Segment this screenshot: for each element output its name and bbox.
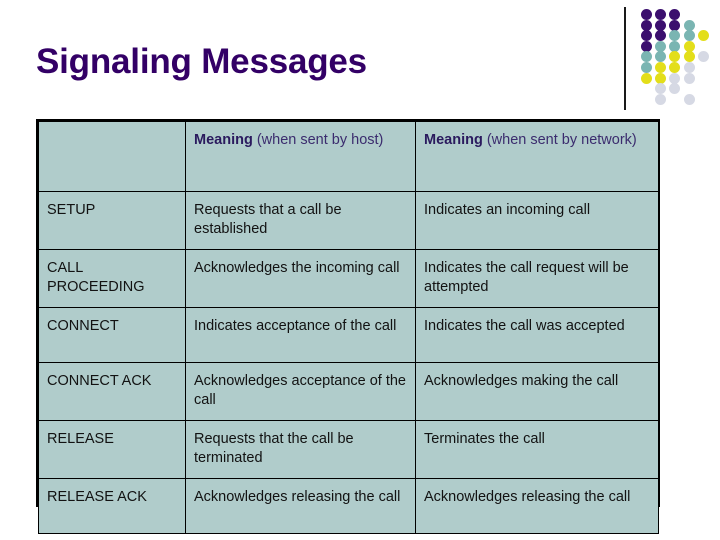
column-header-message [38, 121, 186, 192]
dot-purple [641, 40, 652, 52]
dot-light [669, 83, 681, 95]
dot-purple [669, 9, 681, 20]
dot-light [683, 62, 695, 73]
dot-purple [641, 19, 652, 31]
table-row: RELEASE ACK Acknowledges releasing the ca… [38, 478, 659, 534]
decorative-dot-grid-icon [641, 9, 717, 105]
cell-meaning-host: Acknowledges releasing the call [185, 478, 416, 534]
dot-purple [641, 30, 652, 42]
dot-teal [669, 30, 681, 42]
dot-teal [683, 30, 695, 42]
table-row: CONNECT Indicates acceptance of the call I… [38, 307, 659, 363]
column-header-network-strong: Meaning [424, 132, 483, 148]
dot-light [655, 93, 667, 105]
cell-meaning-network: Terminates the call [415, 420, 659, 479]
dot-yellow [697, 30, 709, 42]
dot-teal [641, 62, 652, 73]
dot-teal [669, 40, 681, 52]
cell-meaning-host: Requests that the call be terminated [185, 420, 416, 479]
cell-meaning-host: Requests that a call be established [185, 191, 416, 250]
dot-yellow [669, 51, 681, 63]
dot-teal [683, 19, 695, 31]
dot-purple [655, 9, 667, 20]
signaling-messages-table: Meaning (when sent by host) Meaning (whe… [38, 121, 659, 534]
cell-message-type: RELEASE ACK [38, 478, 186, 534]
table-row: RELEASE Requests that the call be termina… [38, 420, 659, 479]
cell-meaning-host: Acknowledges the incoming call [185, 249, 416, 308]
cell-meaning-network: Indicates the call was accepted [415, 307, 659, 363]
table-header-row: Meaning (when sent by host) Meaning (whe… [38, 121, 659, 192]
column-header-host-light: (when sent by host) [252, 132, 384, 148]
dot-light [697, 51, 709, 63]
column-header-host: Meaning (when sent by host) [185, 121, 416, 192]
cell-meaning-network: Indicates an incoming call [415, 191, 659, 250]
slide-canvas: Signaling Messages Meaning (when sent by… [0, 0, 720, 540]
dot-purple [669, 19, 681, 31]
cell-message-type: CONNECT [38, 307, 186, 363]
column-header-network-light: (when sent by network) [482, 132, 637, 148]
table-row: SETUP Requests that a call be established… [38, 191, 659, 250]
cell-meaning-network: Indicates the call request will be attem… [415, 249, 659, 308]
cell-meaning-host: Indicates acceptance of the call [185, 307, 416, 363]
table-header: Meaning (when sent by host) Meaning (whe… [38, 121, 659, 192]
dot-yellow [683, 40, 695, 52]
cell-message-type: CONNECT ACK [38, 362, 186, 421]
table-row: CALL PROCEEDING Acknowledges the incoming… [38, 249, 659, 308]
dot-yellow [669, 62, 681, 73]
dot-teal [655, 40, 667, 52]
dot-light [683, 93, 695, 105]
dot-yellow [683, 51, 695, 63]
dot-purple [641, 9, 652, 20]
column-header-host-strong: Meaning [194, 132, 253, 148]
dot-yellow [641, 72, 652, 84]
dot-purple [655, 19, 667, 31]
cell-meaning-host: Acknowledges acceptance of the call [185, 362, 416, 421]
dot-purple [655, 30, 667, 42]
dot-teal [655, 51, 667, 63]
logo-divider-line [624, 7, 626, 110]
dot-teal [641, 51, 652, 63]
cell-message-type: CALL PROCEEDING [38, 249, 186, 308]
table-body: SETUP Requests that a call be established… [38, 191, 659, 534]
dot-yellow [655, 62, 667, 73]
page-title: Signaling Messages [36, 42, 367, 81]
column-header-network: Meaning (when sent by network) [415, 121, 659, 192]
dot-light [655, 83, 667, 95]
cell-message-type: SETUP [38, 191, 186, 250]
cell-message-type: RELEASE [38, 420, 186, 479]
table-row: CONNECT ACK Acknowledges acceptance of th… [38, 362, 659, 421]
cell-meaning-network: Acknowledges making the call [415, 362, 659, 421]
dot-light [669, 72, 681, 84]
dot-light [683, 72, 695, 84]
cell-meaning-network: Acknowledges releasing the call [415, 478, 659, 534]
dot-yellow [655, 72, 667, 84]
